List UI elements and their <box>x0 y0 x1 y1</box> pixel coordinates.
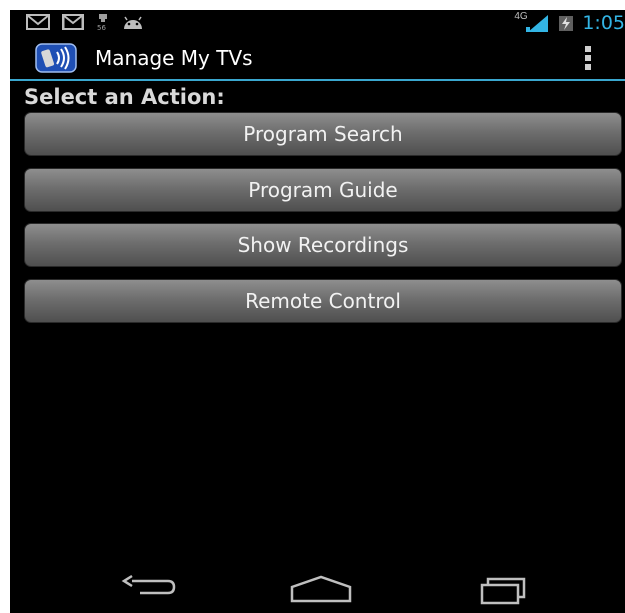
status-bar: 56 4G 1:05 <box>10 10 625 36</box>
overflow-menu-icon[interactable] <box>584 46 592 72</box>
status-time: 1:05 <box>582 12 625 34</box>
signal-icon: 4G <box>514 11 550 33</box>
phone-screen: 56 4G 1:05 Manage My TVs Select an Actio… <box>10 10 625 613</box>
svg-text:56: 56 <box>97 24 106 31</box>
action-bar: Manage My TVs <box>10 36 625 81</box>
page-title: Manage My TVs <box>95 46 253 70</box>
sd-card-icon: 56 <box>96 13 110 35</box>
program-guide-button[interactable]: Program Guide <box>24 168 622 212</box>
android-icon <box>122 15 144 34</box>
mail-icon <box>26 14 50 34</box>
back-icon[interactable] <box>118 573 178 607</box>
show-recordings-button[interactable]: Show Recordings <box>24 223 622 267</box>
tv-remote-app-icon[interactable] <box>35 43 77 73</box>
system-indicators: 4G 1:05 <box>514 11 625 34</box>
select-action-heading: Select an Action: <box>24 85 225 109</box>
recent-apps-icon[interactable] <box>478 573 532 611</box>
remote-control-button[interactable]: Remote Control <box>24 279 622 323</box>
home-icon[interactable] <box>288 573 354 609</box>
program-search-button[interactable]: Program Search <box>24 112 622 156</box>
gmail-icon <box>61 14 85 34</box>
navigation-bar <box>10 565 625 613</box>
notification-icons: 56 <box>26 13 144 35</box>
battery-charging-icon <box>558 14 574 32</box>
